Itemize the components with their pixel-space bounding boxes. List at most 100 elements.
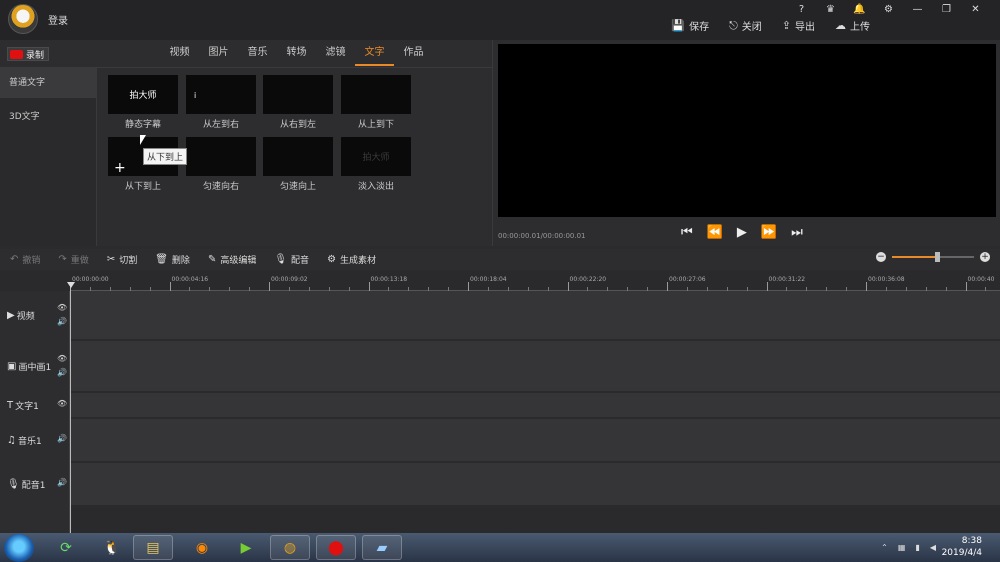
- app-window: 登录 ? ♛ 🔔 ⚙ — ❐ ✕ 💾 保存 ⎋ 关闭 ⇪ 导出 ☁ 上传 录制 视频 图…: [0, 0, 1000, 562]
- step-forward-icon[interactable]: ⏩: [761, 225, 777, 240]
- minimize-icon[interactable]: —: [903, 2, 932, 16]
- volume-icon[interactable]: ◀: [930, 543, 936, 552]
- category-3d-text[interactable]: 3D文字: [0, 102, 96, 132]
- advanced-edit-button[interactable]: ✎ 高级编辑: [208, 253, 256, 266]
- delete-button[interactable]: 🗑 删除: [155, 253, 190, 266]
- ruler-tick-label: 00:00:18:04: [470, 276, 507, 283]
- text-effect-tile[interactable]: i 从左到右: [186, 75, 256, 130]
- ruler-major-tick: [368, 282, 370, 291]
- tray-icon[interactable]: ⌃: [881, 543, 888, 552]
- track-music-lane[interactable]: [71, 419, 1000, 461]
- close-window-icon[interactable]: ✕: [961, 2, 990, 16]
- skip-start-icon[interactable]: ⏮: [681, 225, 693, 240]
- eye-icon[interactable]: 👁: [57, 303, 67, 312]
- eye-icon[interactable]: 👁: [57, 399, 67, 408]
- track-pip-lane[interactable]: [71, 341, 1000, 391]
- tab-text[interactable]: 文字: [355, 46, 394, 66]
- zoom-slider[interactable]: [892, 252, 974, 262]
- close-button[interactable]: ⎋ 关闭: [729, 18, 762, 34]
- cut-button[interactable]: ✂ 切割: [107, 253, 137, 266]
- app-logo-icon[interactable]: [8, 4, 38, 34]
- save-button[interactable]: 💾 保存: [671, 18, 709, 33]
- clock-date: 2019/4/4: [941, 548, 982, 558]
- redo-button[interactable]: ↷ 重做: [58, 253, 88, 266]
- dub-button[interactable]: 🎙 配音: [274, 253, 309, 266]
- text-effect-tile[interactable]: 匀速向上: [263, 137, 333, 192]
- vip-crown-icon[interactable]: ♛: [816, 2, 845, 16]
- tab-transition[interactable]: 转场: [277, 46, 316, 66]
- add-plus-icon[interactable]: +: [114, 161, 126, 175]
- track-music-header: ♫ 音乐1 🔊: [0, 419, 70, 461]
- tab-video[interactable]: 视频: [160, 46, 199, 66]
- text-effect-tile[interactable]: 拍大师 静态字幕: [108, 75, 178, 130]
- undo-button[interactable]: ↶ 撤销: [10, 253, 40, 266]
- taskbar-clock[interactable]: 8:38 2019/4/4: [942, 535, 982, 559]
- preview-screen[interactable]: [498, 44, 996, 217]
- tile-label: 匀速向上: [279, 182, 316, 192]
- upload-button[interactable]: ☁ 上传: [835, 18, 870, 33]
- gear-icon[interactable]: ⚙: [874, 2, 903, 16]
- track-video-lane[interactable]: [71, 291, 1000, 339]
- speaker-icon[interactable]: 🔊: [57, 317, 67, 326]
- taskbar-app-360-icon[interactable]: ⟳: [46, 535, 86, 560]
- record-button[interactable]: 录制: [7, 47, 49, 61]
- track-label: 配音1: [21, 481, 46, 491]
- track-label: 画中画1: [18, 363, 52, 373]
- preview-panel: 00:00:00.01/00:00:00.01 ⏮ ⏪ ▶ ⏩ ⏭: [492, 40, 1000, 246]
- tab-works[interactable]: 作品: [394, 46, 433, 66]
- step-back-icon[interactable]: ⏪: [707, 225, 723, 240]
- maximize-icon[interactable]: ❐: [932, 2, 961, 16]
- header-actions: 💾 保存 ⎋ 关闭 ⇪ 导出 ☁ 上传: [671, 18, 870, 34]
- text-effect-tile[interactable]: 从上到下: [341, 75, 411, 130]
- zoom-in-icon[interactable]: +: [980, 252, 990, 262]
- bell-icon[interactable]: 🔔: [845, 2, 874, 16]
- ruler-major-tick: [468, 282, 469, 291]
- taskbar-app-qq-icon[interactable]: 🐧: [92, 535, 132, 560]
- track-pip-icon: ▣: [7, 361, 17, 372]
- speaker-icon[interactable]: 🔊: [57, 434, 67, 443]
- taskbar-app-notepad-icon[interactable]: ▰: [362, 535, 402, 560]
- zoom-slider-handle[interactable]: [935, 252, 941, 262]
- tab-filter[interactable]: 滤镜: [316, 46, 355, 66]
- network-icon[interactable]: ▮: [915, 543, 919, 552]
- ruler-tick-label: 00:00:36:08: [868, 276, 905, 283]
- timeline-zoom: − +: [876, 252, 990, 262]
- text-effect-tile[interactable]: 拍大师 淡入淡出: [341, 137, 411, 192]
- login-link[interactable]: 登录: [48, 12, 68, 27]
- category-list: 普通文字 3D文字: [0, 68, 97, 246]
- skip-end-icon[interactable]: ⏭: [791, 225, 803, 240]
- tray-icon[interactable]: ▦: [898, 543, 906, 552]
- tile-label: 从下到上: [124, 182, 161, 192]
- tooltip: 从下到上: [143, 148, 188, 165]
- timeline-ruler[interactable]: 00:00:00:00 00:00:04:16 00:00:09:02 00:00:1…: [70, 271, 1000, 291]
- playhead-handle[interactable]: [67, 282, 75, 288]
- track-name: 🎙 配音1: [7, 478, 45, 491]
- taskbar-app-explorer-icon[interactable]: ▤: [133, 535, 173, 560]
- redo-icon: ↷: [58, 254, 67, 265]
- help-icon[interactable]: ?: [787, 2, 816, 16]
- tab-music[interactable]: 音乐: [238, 46, 277, 66]
- track-dub-header: 🎙 配音1 🔊: [0, 463, 70, 505]
- text-effect-tile[interactable]: 从右到左: [263, 75, 333, 130]
- eye-icon[interactable]: 👁: [57, 354, 67, 363]
- play-icon[interactable]: ▶: [737, 225, 747, 240]
- track-dub-lane[interactable]: [71, 463, 1000, 505]
- tab-image[interactable]: 图片: [199, 46, 238, 66]
- generate-material-button[interactable]: ⚙ 生成素材: [327, 253, 376, 266]
- category-normal-text[interactable]: 普通文字: [0, 68, 96, 98]
- taskbar-app-recorder-icon[interactable]: ⬤: [316, 535, 356, 560]
- track-text-lane[interactable]: [71, 393, 1000, 417]
- taskbar-app-firefox-icon[interactable]: ◉: [182, 535, 222, 560]
- speaker-icon[interactable]: 🔊: [57, 478, 67, 487]
- taskbar-app-paidashi-icon[interactable]: ◍: [270, 535, 310, 560]
- text-effect-tile[interactable]: 匀速向右: [186, 137, 256, 192]
- track-label: 视频: [16, 312, 35, 322]
- export-button[interactable]: ⇪ 导出: [782, 18, 815, 33]
- start-button[interactable]: [4, 534, 34, 562]
- zoom-out-icon[interactable]: −: [876, 252, 886, 262]
- tile-label: 从上到下: [357, 120, 394, 130]
- speaker-icon[interactable]: 🔊: [57, 368, 67, 377]
- track-video-icon: ▶: [7, 310, 15, 321]
- taskbar-app-video-icon[interactable]: ▶: [226, 535, 266, 560]
- tile-label: 从左到右: [202, 120, 239, 130]
